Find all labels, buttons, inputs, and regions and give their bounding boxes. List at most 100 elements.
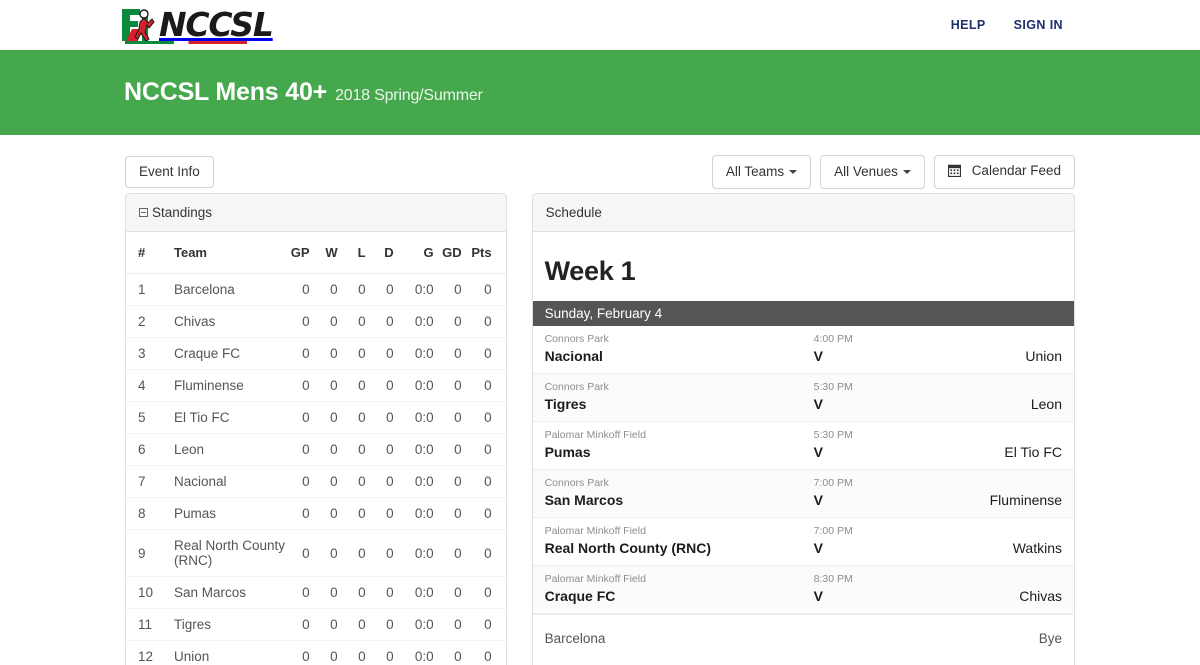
table-row[interactable]: 9 Real North County (RNC) 0 0 0 0 0:0 0 0 (126, 529, 506, 577)
match-venue: Palomar Minkoff Field (544, 573, 646, 585)
cell-l: 0 (341, 640, 370, 665)
cell-w: 0 (313, 401, 342, 434)
cell-team: Pumas (156, 497, 286, 530)
col-rank: # (126, 232, 156, 274)
table-row[interactable]: 6 Leon 0 0 0 0 0:0 0 0 (126, 433, 506, 466)
nav-sign-in-link[interactable]: SIGN IN (1014, 18, 1063, 32)
bye-team: Barcelona (544, 631, 606, 646)
bye-label: Bye (1038, 631, 1062, 646)
cell-rank: 8 (126, 497, 156, 530)
match-meta: Connors Park 4:00 PM (545, 332, 1062, 346)
home-team: Pumas (544, 444, 591, 460)
cell-rank: 11 (126, 608, 156, 641)
date-header: Sunday, February 4 (532, 301, 1074, 326)
standings-header-row: # Team GP W L D G GD Pts (126, 232, 506, 274)
table-row[interactable]: 12 Union 0 0 0 0 0:0 0 0 (126, 640, 506, 665)
cell-w: 0 (313, 576, 342, 609)
standings-panel: Standings # Team GP W L D G GD Pts 1 Barc… (125, 193, 507, 665)
cell-gd: 0 (437, 337, 466, 370)
match-time: 7:00 PM (813, 525, 853, 537)
match-row[interactable]: Palomar Minkoff Field 8:30 PM Craque FC V Ch… (532, 566, 1074, 614)
nav-help-link[interactable]: HELP (951, 18, 986, 32)
home-team: Craque FC (544, 588, 616, 604)
schedule-body: Week 1 Sunday, February 4 Connors Park 4:00… (532, 232, 1074, 665)
table-row[interactable]: 1 Barcelona 0 0 0 0 0:0 0 0 (126, 273, 506, 306)
cell-w: 0 (313, 529, 342, 577)
match-row[interactable]: Connors Park 7:00 PM San Marcos V Fluminense (532, 470, 1074, 518)
collapse-minus-icon[interactable] (139, 208, 148, 217)
match-row[interactable]: Palomar Minkoff Field 5:30 PM Pumas V El Tio… (532, 422, 1074, 470)
table-row[interactable]: 5 El Tio FC 0 0 0 0 0:0 0 0 (126, 401, 506, 434)
nccsl-soccer-emblem-icon (118, 5, 158, 45)
match-row[interactable]: Connors Park 5:30 PM Tigres V Leon (532, 374, 1074, 422)
cell-rank: 5 (126, 401, 156, 434)
home-team: Real North County (RNC) (544, 540, 712, 556)
table-row[interactable]: 4 Fluminense 0 0 0 0 0:0 0 0 (126, 369, 506, 402)
cell-team: El Tio FC (156, 401, 286, 434)
col-g: G (397, 232, 438, 274)
cell-g: 0:0 (397, 273, 438, 306)
cell-d: 0 (369, 608, 398, 641)
cell-w: 0 (313, 433, 342, 466)
cell-w: 0 (313, 497, 342, 530)
versus-label: V (813, 588, 823, 604)
away-team: Fluminense (989, 492, 1062, 508)
col-w: W (313, 232, 342, 274)
match-venue: Palomar Minkoff Field (544, 525, 646, 537)
standings-panel-header[interactable]: Standings (126, 194, 506, 232)
main-nav: HELP SIGN IN (951, 18, 1063, 32)
cell-gp: 0 (285, 401, 314, 434)
away-team: El Tio FC (1004, 444, 1062, 460)
match-meta: Palomar Minkoff Field 5:30 PM (545, 428, 1062, 442)
cell-l: 0 (341, 465, 370, 498)
week-title: Week 2 (533, 660, 1074, 665)
cell-gd: 0 (437, 465, 466, 498)
away-team: Leon (1030, 396, 1062, 412)
table-row[interactable]: 2 Chivas 0 0 0 0 0:0 0 0 (126, 305, 506, 338)
table-row[interactable]: 11 Tigres 0 0 0 0 0:0 0 0 (126, 608, 506, 641)
standings-title: Standings (152, 205, 213, 220)
cell-d: 0 (369, 640, 398, 665)
match-teams: Tigres V Leon (545, 394, 1062, 414)
table-row[interactable]: 7 Nacional 0 0 0 0 0:0 0 0 (126, 465, 506, 498)
cell-pts: 0 (465, 576, 506, 609)
match-row[interactable]: Palomar Minkoff Field 7:00 PM Real North C… (532, 518, 1074, 566)
table-row[interactable]: 3 Craque FC 0 0 0 0 0:0 0 0 (126, 337, 506, 370)
event-banner: NCCSL Mens 40+ 2018 Spring/Summer (0, 50, 1200, 135)
versus-label: V (813, 540, 823, 556)
cell-rank: 4 (126, 369, 156, 402)
all-teams-dropdown[interactable]: All Teams (711, 154, 812, 189)
cell-g: 0:0 (397, 529, 438, 577)
cell-g: 0:0 (397, 576, 438, 609)
cell-team: Leon (156, 433, 286, 466)
cell-d: 0 (369, 529, 398, 577)
cell-rank: 10 (126, 576, 156, 609)
match-time: 7:00 PM (813, 477, 853, 489)
col-pts: Pts (465, 232, 506, 274)
calendar-feed-button[interactable]: Calendar Feed (933, 154, 1075, 189)
cell-g: 0:0 (397, 608, 438, 641)
schedule-panel-header: Schedule (532, 194, 1074, 232)
cell-team: Nacional (156, 465, 286, 498)
table-row[interactable]: 8 Pumas 0 0 0 0 0:0 0 0 (126, 497, 506, 530)
schedule-title: Schedule (545, 205, 602, 220)
table-row[interactable]: 10 San Marcos 0 0 0 0 0:0 0 0 (126, 576, 506, 609)
match-teams: San Marcos V Fluminense (545, 490, 1062, 510)
match-time: 5:30 PM (813, 381, 853, 393)
cell-gp: 0 (285, 640, 314, 665)
cell-gp: 0 (285, 529, 314, 577)
versus-label: V (813, 444, 823, 460)
match-row[interactable]: Connors Park 4:00 PM Nacional V Union (532, 326, 1074, 374)
cell-d: 0 (369, 465, 398, 498)
cell-d: 0 (369, 369, 398, 402)
cell-l: 0 (341, 401, 370, 434)
cell-w: 0 (313, 465, 342, 498)
cell-team: Real North County (RNC) (156, 529, 286, 577)
event-info-button[interactable]: Event Info (125, 155, 214, 188)
match-teams: Real North County (RNC) V Watkins (545, 538, 1062, 558)
all-venues-dropdown[interactable]: All Venues (820, 154, 925, 189)
cell-gp: 0 (285, 273, 314, 306)
cell-gd: 0 (437, 640, 466, 665)
cell-gd: 0 (437, 529, 466, 577)
all-teams-label: All Teams (725, 163, 785, 179)
